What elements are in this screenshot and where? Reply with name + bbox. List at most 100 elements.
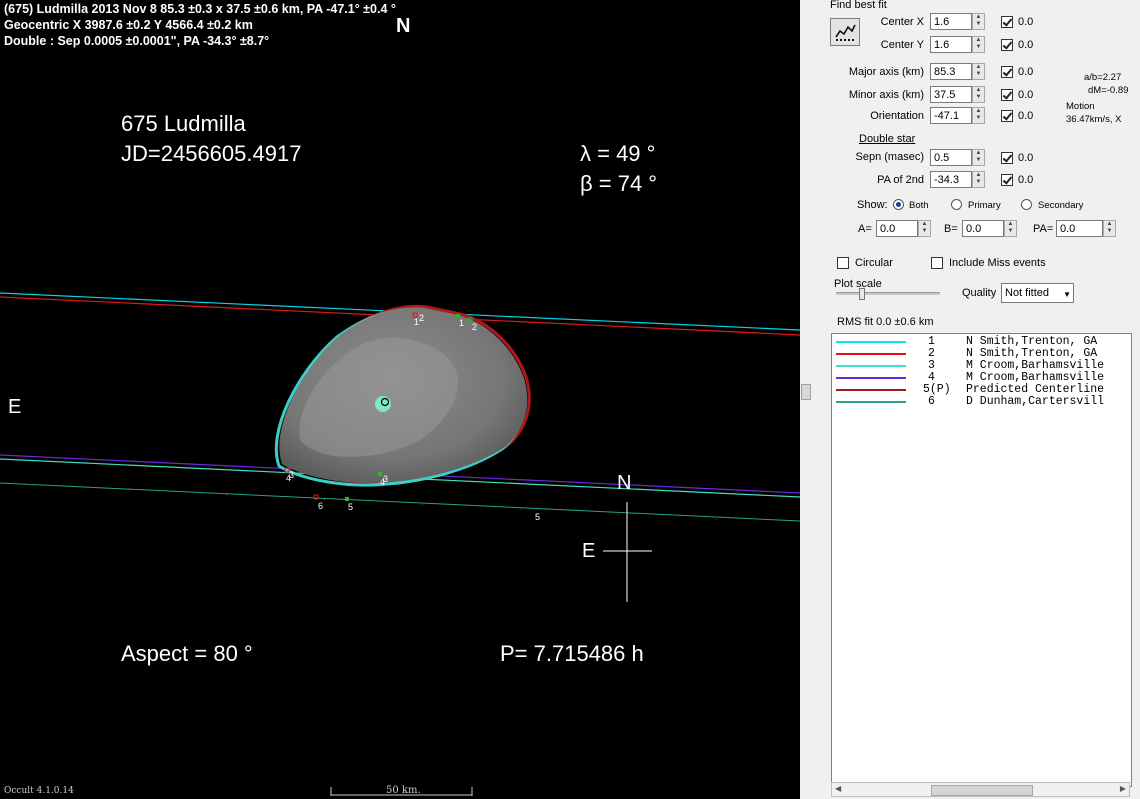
a-spinner[interactable]: ▲ ▼ — [918, 220, 931, 237]
chord-color-swatch — [836, 389, 906, 391]
show-primary-label: Primary — [968, 200, 1001, 211]
quality-value: Not fitted — [1005, 287, 1050, 299]
chord-label: 2 — [419, 313, 424, 323]
center-y-unc: 0.0 — [1018, 39, 1034, 51]
event-marker-5 — [345, 497, 349, 501]
occultation-plot[interactable]: 1 2 1 2 4 3 4 3 6 5 5 (675) Ludmilla 201… — [0, 0, 800, 799]
center-y-label: Center Y — [880, 39, 924, 51]
header-line-3: Double : Sep 0.0005 ±0.0001", PA -34.3° … — [4, 34, 270, 48]
minor-axis-spinner[interactable]: ▲ ▼ — [972, 86, 985, 103]
show-primary-radio[interactable] — [951, 199, 962, 210]
b-input[interactable]: 0.0 — [962, 220, 1004, 237]
pa-input[interactable]: 0.0 — [1056, 220, 1103, 237]
scrollbar-thumb[interactable] — [931, 785, 1033, 796]
scroll-right-icon[interactable]: ▶ — [1120, 784, 1126, 793]
compass-north-label: N — [617, 472, 632, 494]
compass-east-label: E — [582, 540, 596, 562]
julian-date-label: JD=2456605.4917 — [121, 141, 302, 166]
splitter-grip[interactable] — [801, 384, 811, 400]
a-input[interactable]: 0.0 — [876, 220, 918, 237]
minor-axis-checkbox[interactable] — [1001, 89, 1013, 101]
plot-scale-track[interactable] — [836, 292, 940, 295]
major-axis-input[interactable]: 85.3 — [930, 63, 972, 80]
major-axis-spinner[interactable]: ▲ ▼ — [972, 63, 985, 80]
dm-label: dM=-0.89 — [1088, 85, 1129, 96]
show-secondary-radio[interactable] — [1021, 199, 1032, 210]
motion-value: 36.47km/s, X — [1066, 114, 1122, 125]
circular-checkbox[interactable] — [837, 257, 849, 269]
observer-list[interactable]: 1 N Smith,Trenton, GA 2 N Smith,Trenton,… — [831, 333, 1132, 787]
chord-color-swatch — [836, 341, 906, 343]
rms-label: RMS fit 0.0 ±0.6 km — [837, 316, 934, 328]
show-both-radio[interactable] — [893, 199, 904, 210]
center-marker — [375, 396, 391, 412]
quality-label: Quality — [962, 287, 997, 299]
find-best-fit-label: Find best fit — [830, 0, 887, 11]
north-label-top: N — [396, 15, 411, 37]
sepn-spinner[interactable]: ▲ ▼ — [972, 149, 985, 166]
scroll-left-icon[interactable]: ◀ — [835, 784, 841, 793]
chord-color-swatch — [836, 353, 906, 355]
chord-label: 6 — [318, 501, 323, 511]
plot-scale-label: Plot scale — [834, 278, 882, 290]
minor-axis-input[interactable]: 37.5 — [930, 86, 972, 103]
chord-color-swatch — [836, 401, 906, 403]
fit-chart-icon — [834, 22, 856, 42]
pa2-input[interactable]: -34.3 — [930, 171, 972, 188]
control-panel: Find best fit Center X 1.6 ▲ ▼ 0.0 Center… — [826, 0, 1140, 799]
orientation-spinner[interactable]: ▲ ▼ — [972, 107, 985, 124]
pa-spinner[interactable]: ▲ ▼ — [1103, 220, 1116, 237]
double-star-label: Double star — [859, 133, 916, 145]
include-miss-label: Include Miss events — [949, 257, 1046, 269]
sepn-unc: 0.0 — [1018, 152, 1034, 164]
pa2-unc: 0.0 — [1018, 174, 1034, 186]
list-item[interactable]: 6 D Dunham,Cartersvill — [832, 395, 1131, 408]
splitter[interactable] — [800, 0, 826, 799]
a-label: A= — [858, 223, 872, 235]
minor-axis-unc: 0.0 — [1018, 89, 1034, 101]
center-y-checkbox[interactable] — [1001, 39, 1013, 51]
orientation-checkbox[interactable] — [1001, 110, 1013, 122]
pa-label: PA= — [1033, 223, 1054, 235]
include-miss-checkbox[interactable] — [931, 257, 943, 269]
pa2-spinner[interactable]: ▲ ▼ — [972, 171, 985, 188]
plot-scale-thumb[interactable] — [859, 288, 865, 300]
sepn-checkbox[interactable] — [1001, 152, 1013, 164]
find-best-fit-button[interactable] — [830, 18, 860, 46]
chord-label: 3 — [289, 470, 294, 480]
version-label: Occult 4.1.0.14 — [4, 786, 74, 796]
chord-color-swatch — [836, 365, 906, 367]
major-axis-label: Major axis (km) — [848, 66, 924, 78]
chord-label: 1 — [459, 318, 464, 328]
event-marker-3 — [378, 472, 382, 476]
center-x-label: Center X — [880, 16, 924, 28]
observer-name: D Dunham,Cartersvill — [966, 395, 1105, 408]
show-secondary-label: Secondary — [1038, 200, 1084, 211]
major-axis-checkbox[interactable] — [1001, 66, 1013, 78]
sepn-input[interactable]: 0.5 — [930, 149, 972, 166]
center-y-spinner[interactable]: ▲ ▼ — [972, 36, 985, 53]
lambda-label: λ = 49 ° — [580, 141, 656, 166]
center-y-input[interactable]: 1.6 — [930, 36, 972, 53]
orientation-input[interactable]: -47.1 — [930, 107, 972, 124]
ab-ratio-label: a/b=2.27 — [1084, 72, 1122, 83]
show-both-label: Both — [909, 200, 929, 211]
center-x-unc: 0.0 — [1018, 16, 1034, 28]
orientation-unc: 0.0 — [1018, 110, 1034, 122]
circular-label: Circular — [855, 257, 893, 269]
orientation-label: Orientation — [870, 110, 924, 122]
period-label: P= 7.715486 h — [500, 641, 644, 666]
b-spinner[interactable]: ▲ ▼ — [1004, 220, 1017, 237]
asteroid-name-label: 675 Ludmilla — [121, 111, 246, 136]
chord-label: 2 — [472, 322, 477, 332]
center-x-spinner[interactable]: ▲ ▼ — [972, 13, 985, 30]
aspect-label: Aspect = 80 ° — [121, 641, 253, 666]
pa2-checkbox[interactable] — [1001, 174, 1013, 186]
center-x-checkbox[interactable] — [1001, 16, 1013, 28]
chord-label: 5 — [348, 502, 353, 512]
list-horizontal-scrollbar[interactable]: ◀ ▶ — [831, 782, 1130, 797]
quality-select[interactable]: Not fitted ▼ — [1001, 283, 1074, 303]
sepn-label: Sepn (masec) — [855, 151, 924, 163]
center-x-input[interactable]: 1.6 — [930, 13, 972, 30]
chord-line-5-predicted — [29, 484, 746, 522]
